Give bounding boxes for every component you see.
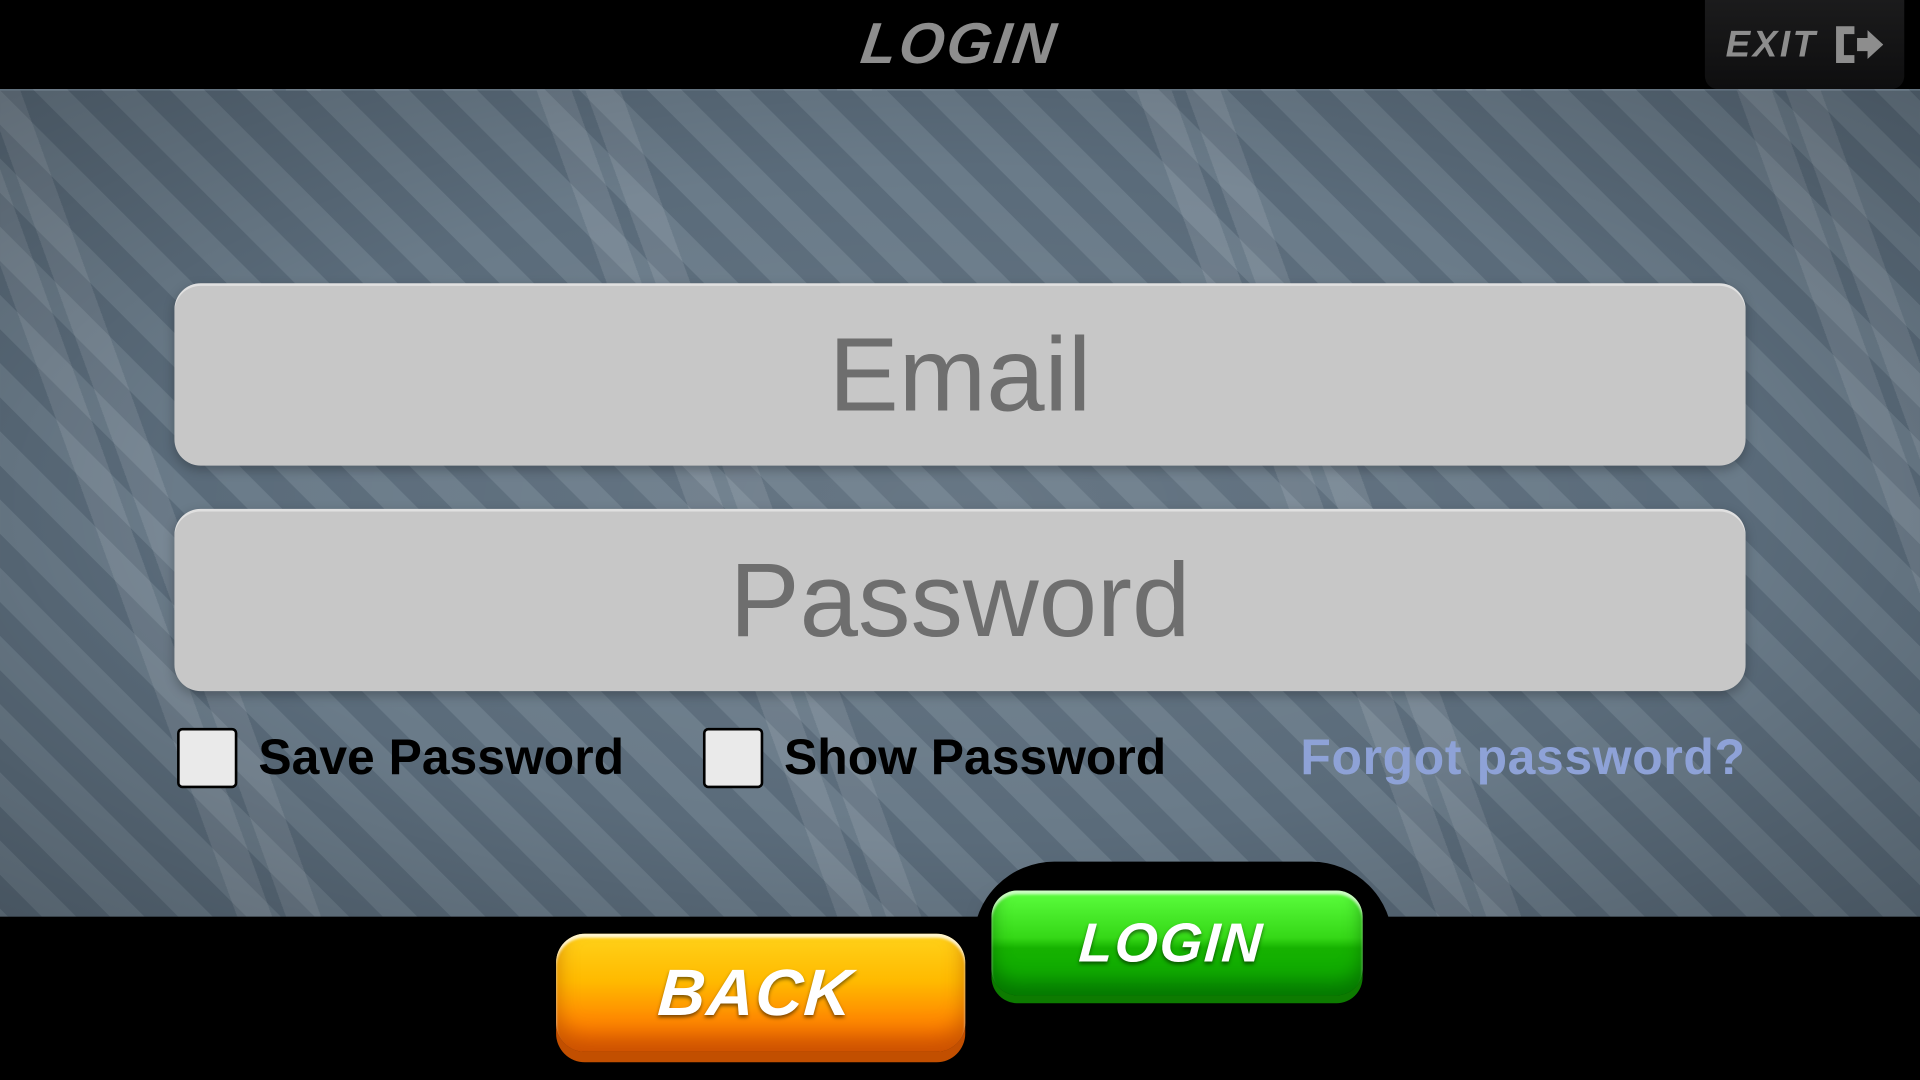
exit-button[interactable]: EXIT (1705, 0, 1905, 89)
back-button[interactable]: BACK (556, 934, 965, 1052)
login-form: Save Password Show Password Forgot passw… (174, 91, 1745, 789)
exit-button-label: EXIT (1726, 24, 1818, 66)
forgot-password-link[interactable]: Forgot password? (1300, 730, 1745, 786)
password-field[interactable] (174, 509, 1745, 691)
checkbox-box-icon (703, 728, 763, 788)
login-screen: LOGIN EXIT Save Password Show (0, 0, 1920, 1079)
exit-icon (1831, 21, 1883, 68)
page-title: LOGIN (857, 12, 1062, 78)
login-button[interactable]: LOGIN (991, 891, 1362, 996)
top-bar: LOGIN EXIT (0, 0, 1920, 89)
back-button-label: BACK (655, 955, 855, 1031)
show-password-label: Show Password (784, 730, 1166, 786)
login-button-label: LOGIN (1077, 912, 1266, 975)
show-password-checkbox[interactable]: Show Password (703, 728, 1166, 788)
main-panel: Save Password Show Password Forgot passw… (0, 89, 1920, 917)
options-row: Save Password Show Password Forgot passw… (174, 728, 1745, 788)
checkbox-box-icon (177, 728, 237, 788)
email-field[interactable] (174, 284, 1745, 466)
save-password-checkbox[interactable]: Save Password (177, 728, 624, 788)
save-password-label: Save Password (258, 730, 624, 786)
login-button-notch: LOGIN (973, 862, 1393, 1025)
